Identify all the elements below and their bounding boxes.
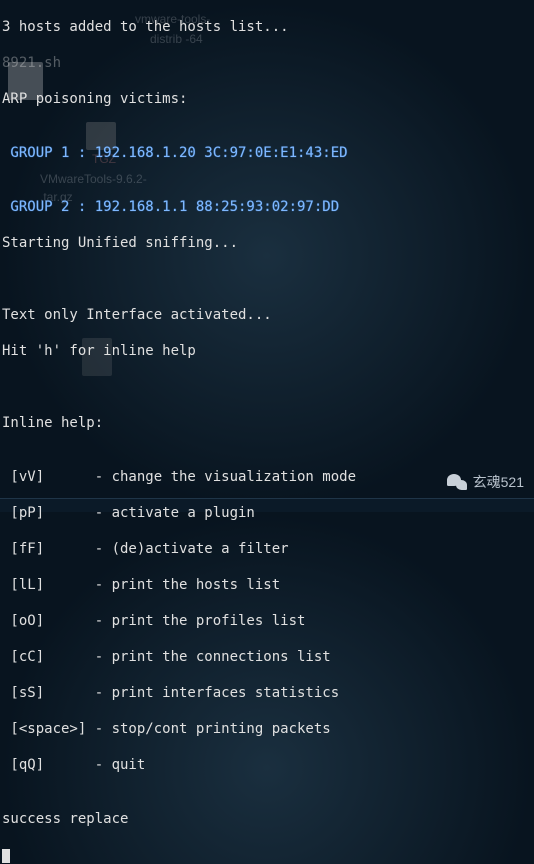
terminal-help-line: [<space>] - stop/cont printing packets <box>2 720 532 738</box>
terminal-line: Hit 'h' for inline help <box>2 342 532 360</box>
terminal-group-1: GROUP 1 : 192.168.1.20 3C:97:0E:E1:43:ED <box>2 144 532 162</box>
wechat-icon <box>447 472 467 492</box>
terminal-line: Text only Interface activated... <box>2 306 532 324</box>
terminal-line: 3 hosts added to the hosts list... <box>2 18 532 36</box>
terminal-help-line: [oO] - print the profiles list <box>2 612 532 630</box>
terminal-help-header: Inline help: <box>2 414 532 432</box>
terminal-success-line: success replace <box>2 810 532 828</box>
terminal-line: ARP poisoning victims: <box>2 90 532 108</box>
terminal-help-line: [sS] - print interfaces statistics <box>2 684 532 702</box>
terminal-help-line: [cC] - print the connections list <box>2 648 532 666</box>
terminal-help-line: [lL] - print the hosts list <box>2 576 532 594</box>
terminal-help-line: [fF] - (de)activate a filter <box>2 540 532 558</box>
watermark: 玄魂521 <box>447 472 524 492</box>
terminal-help-line: [qQ] - quit <box>2 756 532 774</box>
terminal-cursor[interactable] <box>2 849 10 863</box>
terminal-group-2: GROUP 2 : 192.168.1.1 88:25:93:02:97:DD <box>2 198 532 216</box>
terminal-output[interactable]: 3 hosts added to the hosts list... 8921.… <box>0 0 534 498</box>
terminal-help-line: [pP] - activate a plugin <box>2 504 532 522</box>
terminal-line: 8921.sh <box>2 54 532 72</box>
watermark-text: 玄魂521 <box>473 472 524 492</box>
terminal-line: Starting Unified sniffing... <box>2 234 532 252</box>
